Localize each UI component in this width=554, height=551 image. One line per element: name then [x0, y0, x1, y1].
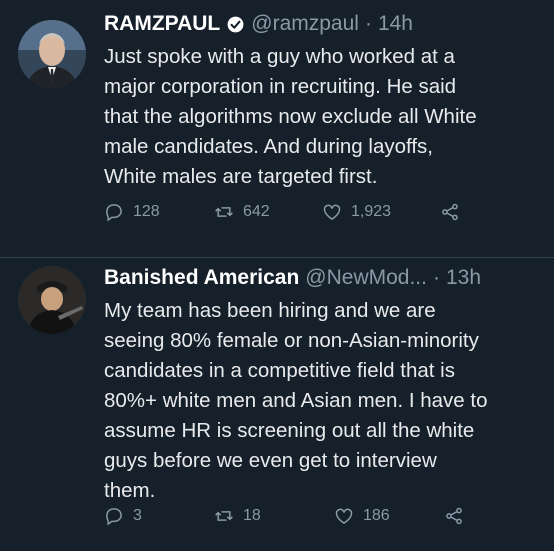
- timestamp[interactable]: 14h: [378, 12, 413, 36]
- reply-count: 128: [133, 203, 160, 220]
- reply-icon: [106, 508, 122, 526]
- user-handle[interactable]: @ramzpaul: [251, 12, 359, 36]
- share-button[interactable]: [440, 202, 460, 222]
- reply-icon: [106, 204, 122, 222]
- tweet-text: My team has been hiring and we are seein…: [104, 299, 488, 502]
- like-icon: [335, 508, 353, 524]
- retweet-icon: [215, 511, 233, 521]
- avatar[interactable]: [18, 20, 86, 88]
- timestamp[interactable]: 13h: [446, 266, 481, 290]
- verified-icon: [227, 16, 244, 32]
- reply-count: 3: [133, 507, 142, 524]
- separator: ·: [432, 266, 440, 289]
- avatar[interactable]: [18, 266, 86, 334]
- display-name[interactable]: RAMZPAUL: [104, 12, 220, 36]
- like-button[interactable]: 1,923: [322, 202, 391, 222]
- share-icon: [446, 507, 462, 525]
- avatar-image: [18, 20, 86, 88]
- tweet[interactable]: RAMZPAUL @ramzpaul · 14h Just spoke with…: [0, 0, 554, 258]
- retweet-count: 642: [243, 203, 270, 220]
- like-count: 1,923: [351, 203, 392, 220]
- reply-button[interactable]: 3: [104, 506, 142, 526]
- display-name[interactable]: Banished American: [104, 266, 299, 290]
- share-icon: [442, 203, 458, 221]
- share-button[interactable]: [444, 506, 464, 526]
- user-handle[interactable]: @NewMod...: [305, 266, 427, 290]
- tweet-header: RAMZPAUL @ramzpaul · 14h: [104, 8, 544, 40]
- tweet[interactable]: Banished American @NewMod... · 13h My te…: [0, 258, 554, 551]
- retweet-button[interactable]: 642: [214, 202, 270, 222]
- tweet-text: Just spoke with a guy who worked at a ma…: [104, 45, 477, 188]
- avatar-image: [18, 266, 86, 334]
- reply-button[interactable]: 128: [104, 202, 160, 222]
- tweet-header: Banished American @NewMod... · 13h: [104, 262, 544, 294]
- separator: ·: [364, 12, 372, 35]
- retweet-icon: [215, 207, 233, 217]
- retweet-count: 18: [243, 507, 261, 524]
- like-button[interactable]: 186: [334, 506, 390, 526]
- retweet-button[interactable]: 18: [214, 506, 261, 526]
- like-count: 186: [363, 507, 390, 524]
- like-icon: [323, 204, 341, 220]
